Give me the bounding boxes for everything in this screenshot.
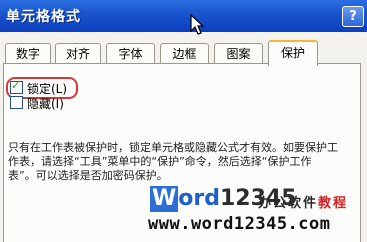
tab-font[interactable]: 字体 — [106, 43, 155, 64]
help-button[interactable]: ? — [342, 6, 364, 27]
tab-patterns[interactable]: 图案 — [214, 43, 263, 64]
help-icon: ? — [349, 9, 357, 24]
tab-border[interactable]: 边框 — [160, 43, 209, 64]
checkmark-icon: ✓ — [11, 79, 21, 92]
watermark-url: www.word12345.com — [148, 214, 331, 234]
tab-alignment[interactable]: 对齐 — [55, 43, 101, 64]
help-text-line: 只有在工作表被保护时，锁定单元格或隐藏公式才有效。如要保护工 — [8, 141, 338, 154]
window-title: 单元格格式 — [6, 9, 81, 25]
locked-checkbox[interactable]: ✓ — [10, 79, 23, 94]
tab-protection[interactable]: 保护 — [268, 40, 318, 66]
title-bar[interactable]: 单元格格式 ? — [0, 0, 367, 32]
tab-strip: 数字 对齐 字体 边框 图案 保护 — [0, 40, 367, 66]
tab-number[interactable]: 数字 — [5, 43, 51, 64]
mouse-cursor-icon — [190, 14, 205, 35]
protection-help-text: 只有在工作表被保护时，锁定单元格或隐藏公式才有效。如要保护工 作表，请选择“工具… — [8, 141, 367, 183]
help-text-line: 表”。可以选择是否加密码保护。 — [8, 169, 168, 182]
hidden-checkbox[interactable] — [10, 96, 23, 109]
watermark-tagline: 办公软件教程 — [258, 196, 349, 211]
help-text-line: 作表，请选择“工具”菜单中的“保护”命令，然后选择“保护工作 — [8, 155, 312, 168]
hidden-label: 隐藏(I) — [27, 97, 64, 111]
